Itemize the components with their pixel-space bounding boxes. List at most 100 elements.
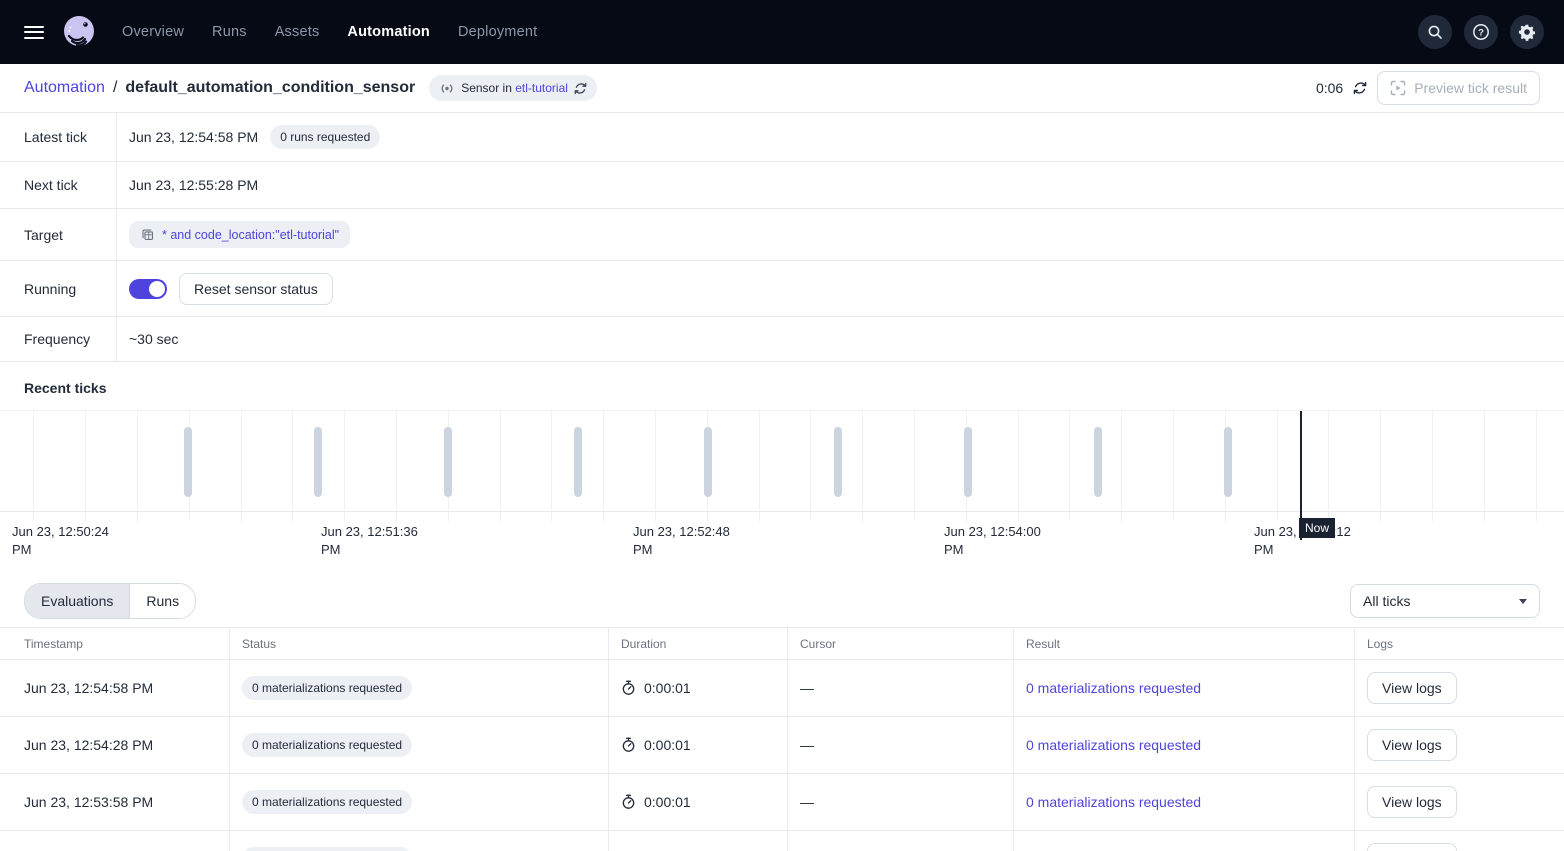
dagster-logo-icon[interactable]	[62, 15, 96, 49]
latest-tick-label: Latest tick	[0, 113, 117, 161]
tick-bar[interactable]	[1094, 427, 1102, 497]
timeline-gridline	[1484, 411, 1485, 521]
tick-status-cell: 0 materializations requested	[229, 831, 608, 851]
tick-logs-cell: View logs	[1354, 660, 1564, 716]
nav-item-deployment[interactable]: Deployment	[458, 24, 537, 40]
latest-tick-status-badge: 0 runs requested	[270, 125, 380, 149]
latest-tick-row: Latest tick Jun 23, 12:54:58 PM 0 runs r…	[0, 113, 1564, 162]
timeline-gridline	[500, 411, 501, 521]
timeline-gridline	[241, 411, 242, 521]
tabs-row: EvaluationsRuns All ticks	[0, 563, 1564, 627]
frequency-row: Frequency ~30 sec	[0, 317, 1564, 362]
tick-logs-cell: View logs	[1354, 774, 1564, 830]
frequency-value: ~30 sec	[129, 331, 178, 347]
toggle-knob	[149, 281, 165, 297]
sensor-badge-label: Sensor in etl-tutorial	[461, 81, 568, 95]
tick-bar[interactable]	[444, 427, 452, 497]
tick-timestamp: Jun 23, 12:54:28 PM	[0, 717, 229, 773]
reset-sensor-status-button[interactable]: Reset sensor status	[179, 273, 333, 305]
tick-bar[interactable]	[964, 427, 972, 497]
timeline-axis	[0, 511, 1564, 512]
tick-cursor: —	[787, 831, 1013, 851]
tick-status-cell: 0 materializations requested	[229, 774, 608, 830]
column-header-timestamp: Timestamp	[0, 628, 229, 659]
target-selection-text: * and code_location:"etl-tutorial"	[162, 228, 339, 242]
nav-item-runs[interactable]: Runs	[212, 24, 247, 40]
nav-item-assets[interactable]: Assets	[275, 24, 320, 40]
menu-icon[interactable]	[24, 26, 44, 39]
target-label: Target	[0, 209, 117, 260]
timeline-gridline	[862, 411, 863, 521]
tick-result-cell: 0 materializations requested	[1013, 717, 1354, 773]
target-selection-chip[interactable]: * and code_location:"etl-tutorial"	[129, 221, 350, 248]
breadcrumb-automation-link[interactable]: Automation	[24, 79, 105, 97]
nav-actions: ?	[1418, 15, 1544, 49]
sensor-location-badge: Sensor in etl-tutorial	[429, 75, 597, 101]
tick-filter-select[interactable]: All ticks	[1350, 584, 1540, 618]
evaluations-table: TimestampStatusDurationCursorResultLogs …	[0, 627, 1564, 851]
timeline-gridline	[810, 411, 811, 521]
timeline-axis-label: Jun 23, 12:52:48 PM	[633, 523, 733, 559]
gear-icon	[1518, 23, 1536, 41]
tab-runs[interactable]: Runs	[129, 584, 195, 618]
search-button[interactable]	[1418, 15, 1452, 49]
tick-bar[interactable]	[834, 427, 842, 497]
tick-logs-cell: View logs	[1354, 717, 1564, 773]
view-logs-button[interactable]: View logs	[1367, 672, 1457, 704]
refresh-icon[interactable]	[1353, 81, 1367, 95]
settings-button[interactable]	[1510, 15, 1544, 49]
view-logs-button[interactable]: View logs	[1367, 729, 1457, 761]
tick-bar[interactable]	[184, 427, 192, 497]
tick-status-cell: 0 materializations requested	[229, 660, 608, 716]
running-label: Running	[0, 261, 117, 316]
page-header: Automation / default_automation_conditio…	[0, 64, 1564, 113]
timeline-gridline	[85, 411, 86, 521]
help-button[interactable]: ?	[1464, 15, 1498, 49]
sensor-icon	[439, 82, 455, 95]
view-logs-button[interactable]: View logs	[1367, 786, 1457, 818]
tick-bar[interactable]	[1224, 427, 1232, 497]
nav-item-automation[interactable]: Automation	[347, 24, 430, 40]
timeline-gridline	[1069, 411, 1070, 521]
dagster-app: Overview Runs Assets Automation Deployment ?…	[0, 0, 1564, 851]
tab-evaluations[interactable]: Evaluations	[25, 584, 129, 618]
tick-result-link[interactable]: 0 materializations requested	[1026, 737, 1201, 753]
table-header-row: TimestampStatusDurationCursorResultLogs	[0, 628, 1564, 660]
tick-status-badge: 0 materializations requested	[242, 790, 412, 814]
reload-location-icon[interactable]	[574, 82, 587, 95]
code-location-link[interactable]: etl-tutorial	[515, 81, 568, 95]
running-row: Running Reset sensor status	[0, 261, 1564, 317]
header-actions: 0:06 Preview tick result	[1316, 71, 1540, 105]
running-toggle[interactable]	[129, 279, 167, 299]
view-logs-button[interactable]: View logs	[1367, 843, 1457, 851]
timeline-axis-label: Jun 23, 12:54:00 PM	[944, 523, 1044, 559]
timeline-gridline	[137, 411, 138, 521]
asset-group-icon	[140, 227, 155, 242]
timeline-gridline	[551, 411, 552, 521]
timeline-gridline	[1018, 411, 1019, 521]
preview-tick-result-button[interactable]: Preview tick result	[1377, 71, 1540, 105]
timeline-gridline	[1380, 411, 1381, 521]
top-nav: Overview Runs Assets Automation Deployment ?	[0, 0, 1564, 64]
tick-bar[interactable]	[574, 427, 582, 497]
tick-cursor: —	[787, 717, 1013, 773]
tick-filter-value: All ticks	[1363, 593, 1410, 609]
tick-result-cell: 0 materializations requested	[1013, 660, 1354, 716]
tick-duration: 0:00:01	[608, 831, 787, 851]
tick-result-link[interactable]: 0 materializations requested	[1026, 794, 1201, 810]
next-tick-row: Next tick Jun 23, 12:55:28 PM	[0, 162, 1564, 209]
tick-result-link[interactable]: 0 materializations requested	[1026, 680, 1201, 696]
timeline-gridline	[292, 411, 293, 521]
tick-status-cell: 0 materializations requested	[229, 717, 608, 773]
nav-item-overview[interactable]: Overview	[122, 24, 184, 40]
preview-icon	[1390, 80, 1406, 96]
tick-bar[interactable]	[314, 427, 322, 497]
timeline-gridline	[1328, 411, 1329, 521]
tick-bar[interactable]	[704, 427, 712, 497]
tick-cursor: —	[787, 774, 1013, 830]
timeline-gridline	[759, 411, 760, 521]
view-tabs: EvaluationsRuns	[24, 583, 196, 619]
tick-result-cell: 0 materializations requested	[1013, 831, 1354, 851]
latest-tick-value: Jun 23, 12:54:58 PM	[129, 129, 258, 145]
page-title: default_automation_condition_sensor	[125, 79, 415, 97]
